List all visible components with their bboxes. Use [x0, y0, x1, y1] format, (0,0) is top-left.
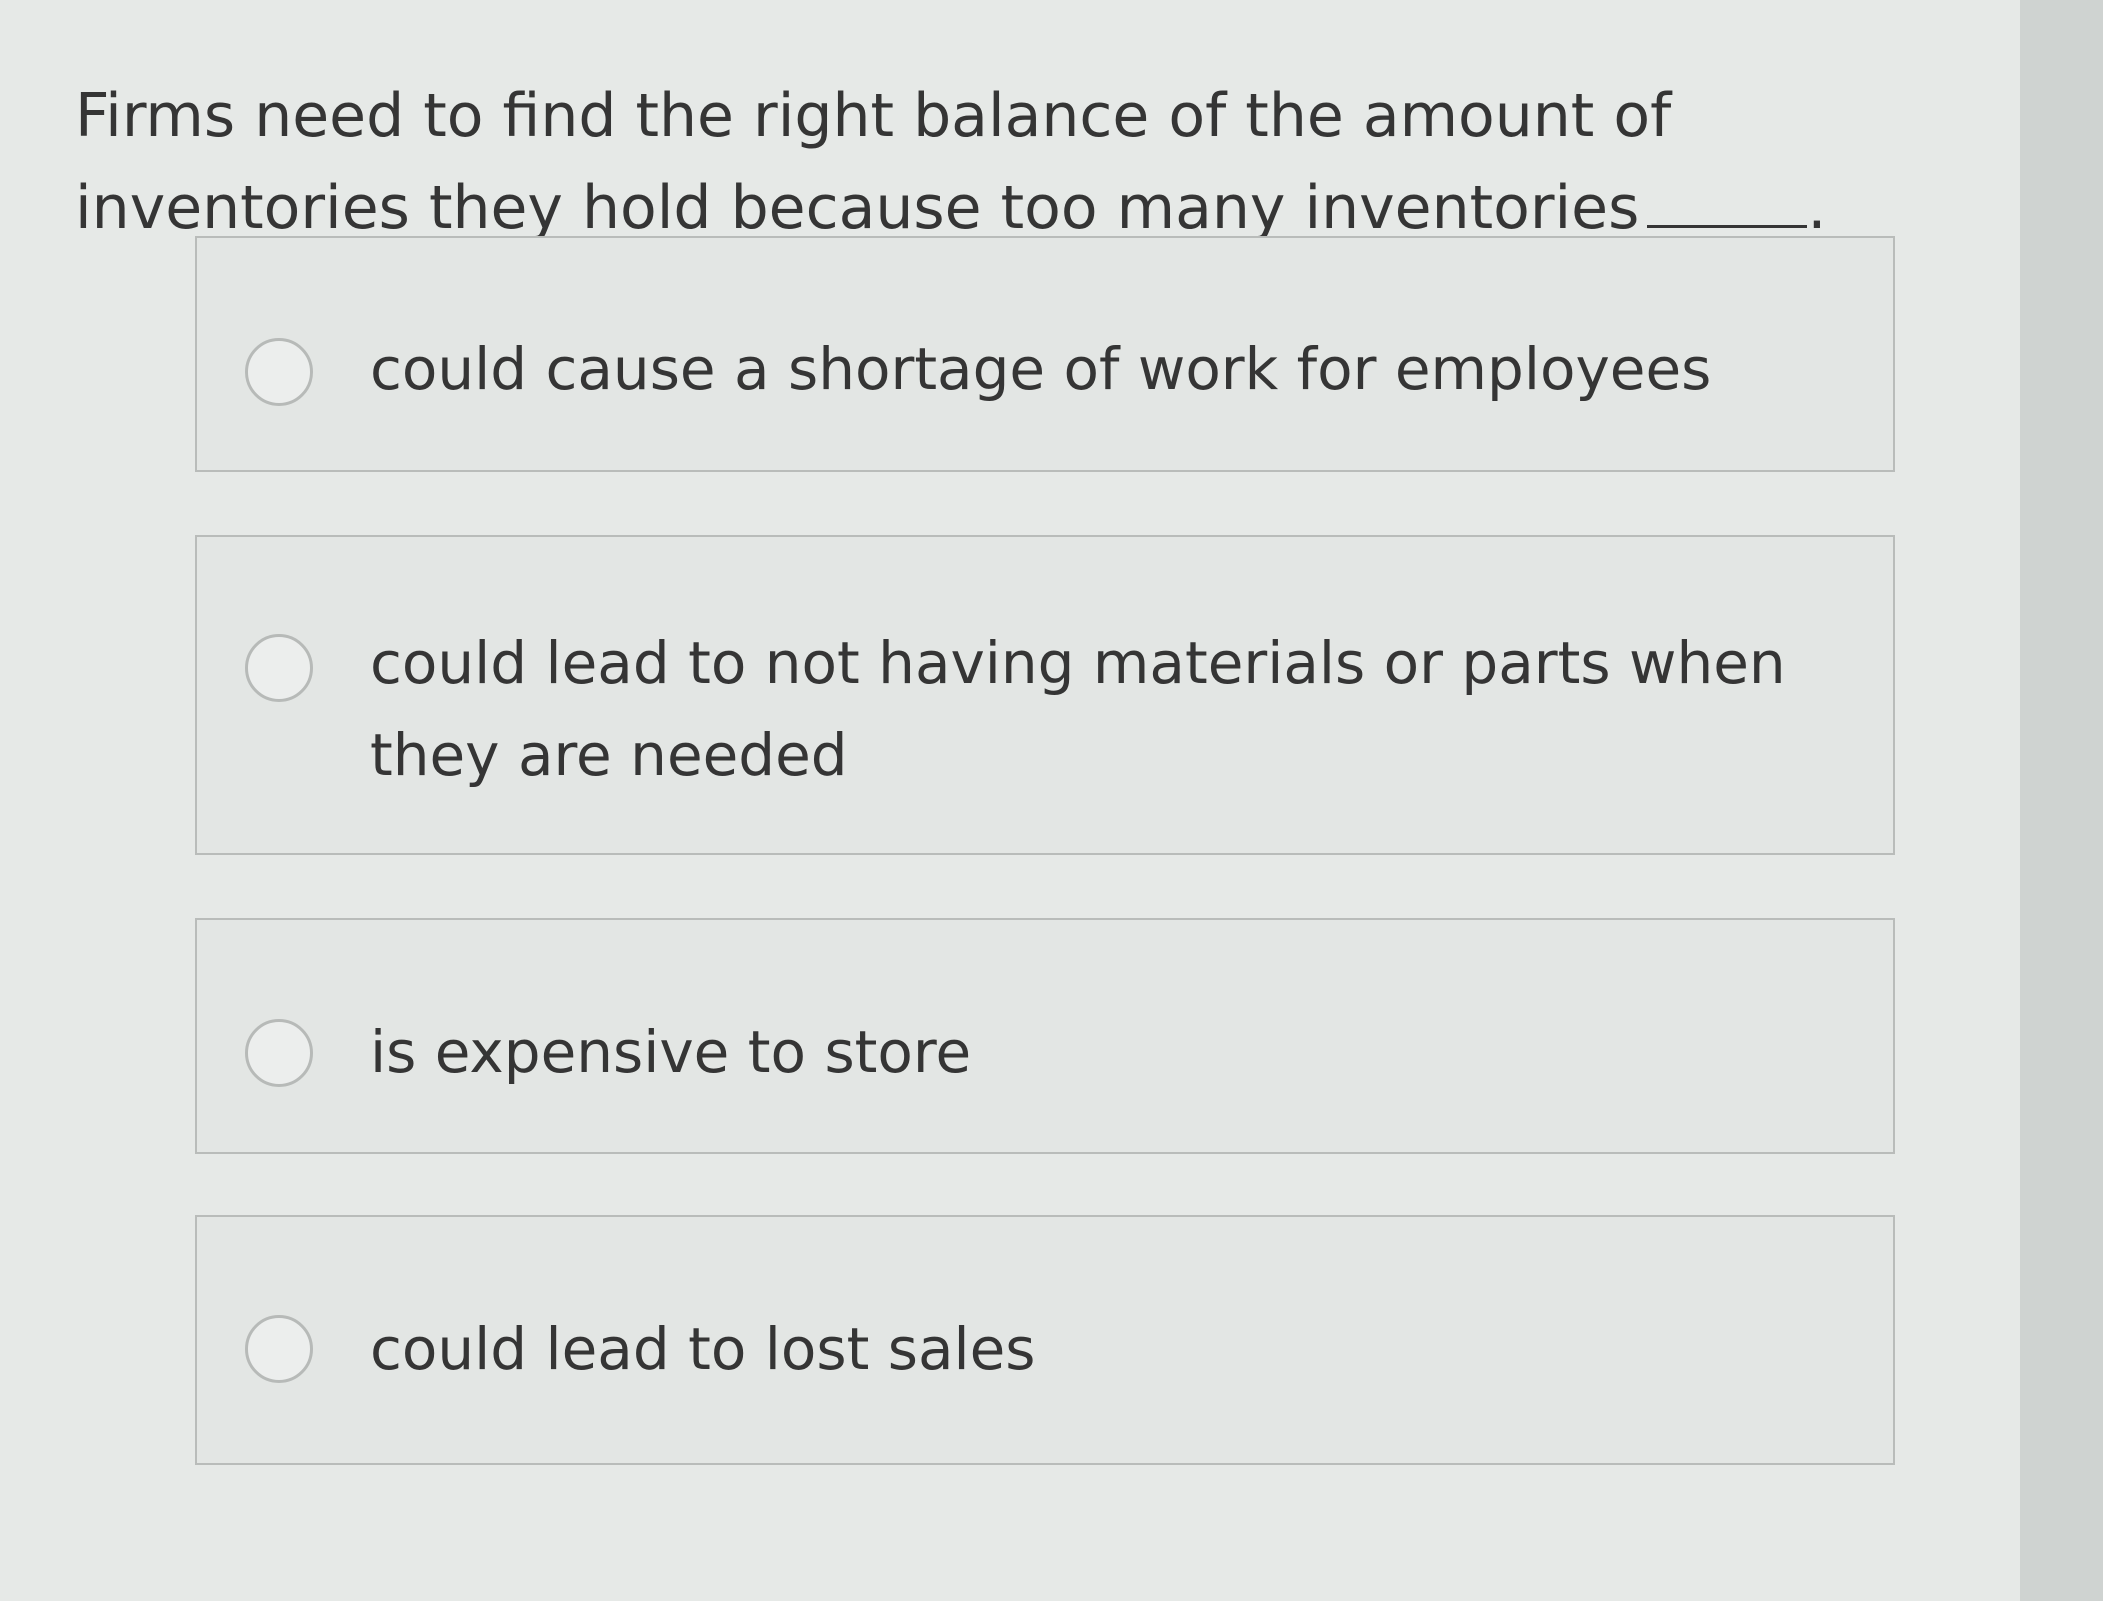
question-text: Firms need to find the right balance of …	[75, 81, 1672, 243]
answer-option[interactable]: could lead to lost sales	[195, 1215, 1895, 1465]
quiz-screen: Firms need to find the right balance of …	[0, 0, 2020, 1601]
answer-option-label: is expensive to store	[370, 1018, 972, 1086]
answer-option[interactable]: is expensive to store	[195, 918, 1895, 1154]
radio-button-icon[interactable]	[245, 1315, 313, 1383]
answer-blank	[1647, 165, 1808, 228]
screen-edge	[2020, 0, 2103, 1601]
radio-button-icon[interactable]	[245, 1019, 313, 1087]
answer-option[interactable]: could lead to not having materials or pa…	[195, 535, 1895, 855]
answer-option-label: could lead to not having materials or pa…	[370, 629, 1786, 789]
question-period: .	[1807, 173, 1827, 243]
answer-option[interactable]: could cause a shortage of work for emplo…	[195, 236, 1895, 472]
answer-option-label: could cause a shortage of work for emplo…	[370, 335, 1712, 403]
answer-option-label: could lead to lost sales	[370, 1315, 1036, 1383]
radio-button-icon[interactable]	[245, 634, 313, 702]
radio-button-icon[interactable]	[245, 338, 313, 406]
question-prompt: Firms need to find the right balance of …	[75, 70, 1915, 254]
